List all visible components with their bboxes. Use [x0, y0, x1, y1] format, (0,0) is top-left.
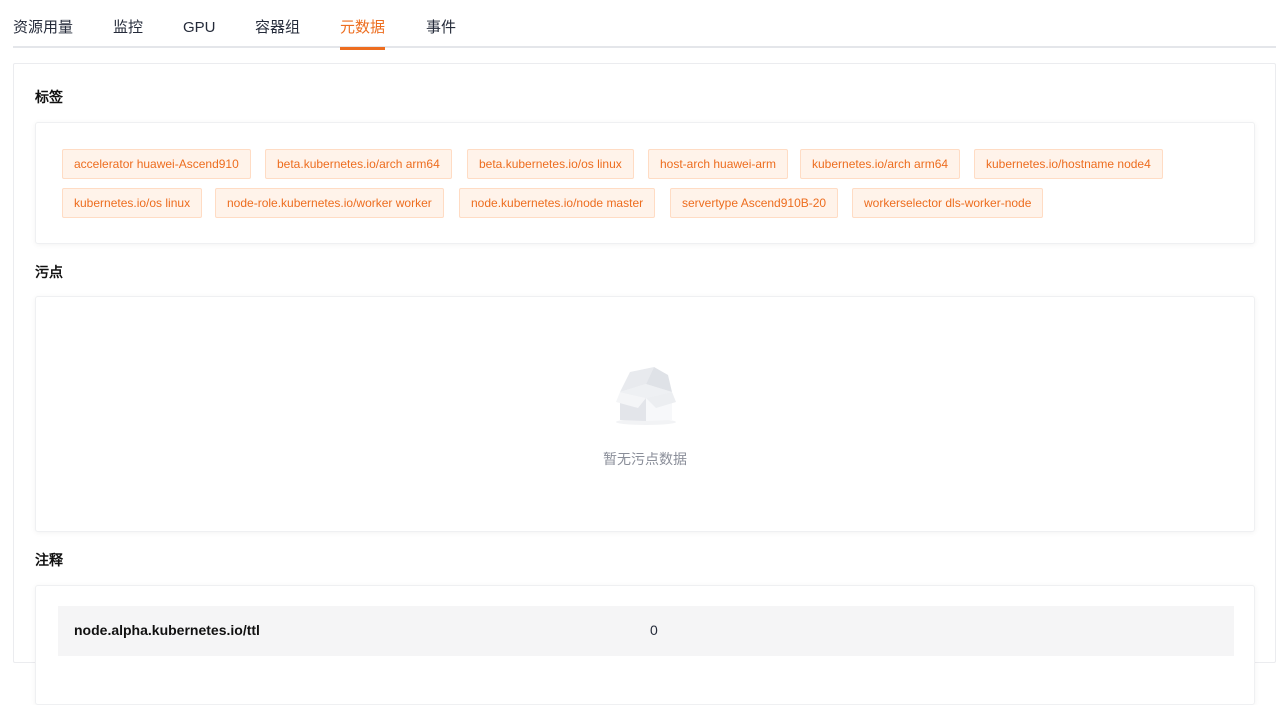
label-tag[interactable]: servertype Ascend910B-20: [670, 188, 839, 218]
tab-resource-usage[interactable]: 资源用量: [13, 18, 73, 48]
taints-empty-text: 暂无污点数据: [603, 451, 687, 467]
metadata-panel: 标签 accelerator huawei-Ascend910 beta.kub…: [13, 63, 1276, 705]
label-tag[interactable]: beta.kubernetes.io/arch arm64: [265, 149, 452, 179]
annotation-row: node.alpha.kubernetes.io/ttl 0: [58, 606, 1234, 656]
tab-bar: 资源用量 监控 GPU 容器组 元数据 事件: [13, 0, 1276, 50]
label-tag[interactable]: kubernetes.io/hostname node4: [974, 149, 1163, 179]
annotations-title: 注释: [35, 552, 63, 568]
tab-pods[interactable]: 容器组: [255, 18, 300, 48]
tab-gpu[interactable]: GPU: [183, 18, 216, 48]
label-tag[interactable]: node-role.kubernetes.io/worker worker: [215, 188, 444, 218]
labels-card: accelerator huawei-Ascend910 beta.kubern…: [35, 122, 1255, 244]
label-tag[interactable]: workerselector dls-worker-node: [852, 188, 1044, 218]
tab-metadata[interactable]: 元数据: [340, 18, 386, 50]
annotation-key: node.alpha.kubernetes.io/ttl: [74, 622, 260, 638]
label-tag[interactable]: kubernetes.io/os linux: [62, 188, 203, 218]
annotation-value: 0: [650, 622, 658, 638]
empty-box-icon: [616, 367, 676, 425]
taints-title: 污点: [35, 264, 63, 280]
tab-monitoring[interactable]: 监控: [113, 18, 143, 48]
annotations-card: node.alpha.kubernetes.io/ttl 0: [35, 585, 1255, 705]
tab-events[interactable]: 事件: [426, 18, 456, 48]
label-tag[interactable]: host-arch huawei-arm: [648, 149, 789, 179]
label-tag[interactable]: node.kubernetes.io/node master: [459, 188, 656, 218]
labels-title: 标签: [35, 89, 63, 105]
label-tag[interactable]: beta.kubernetes.io/os linux: [467, 149, 634, 179]
label-tag[interactable]: accelerator huawei-Ascend910: [62, 149, 251, 179]
taints-card: 暂无污点数据: [35, 296, 1255, 532]
label-tag[interactable]: kubernetes.io/arch arm64: [800, 149, 961, 179]
